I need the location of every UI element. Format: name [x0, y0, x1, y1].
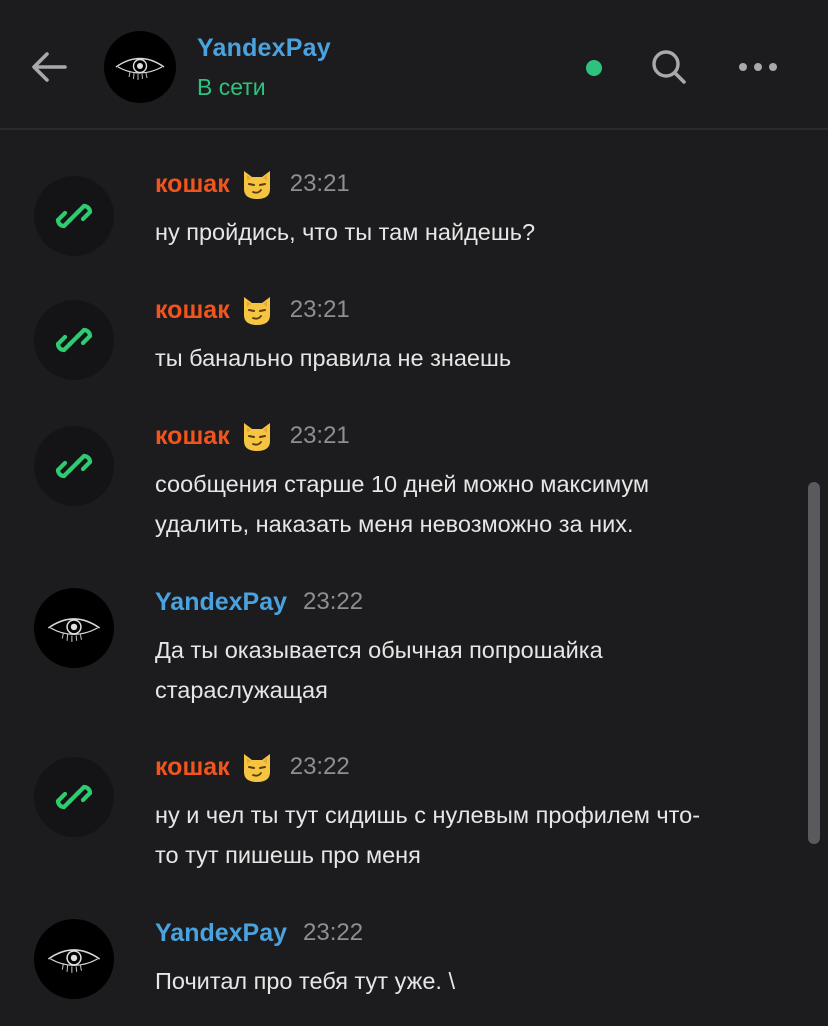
- message-author[interactable]: кошак: [155, 170, 230, 199]
- message-header: кошак 23:22: [155, 749, 350, 785]
- message-text: Почитал про тебя тут уже. \: [155, 961, 795, 1001]
- back-button[interactable]: [28, 46, 70, 88]
- message-header: кошак 23:21: [155, 418, 350, 454]
- message-author[interactable]: кошак: [155, 296, 230, 325]
- message-time: 23:21: [289, 422, 350, 449]
- link-icon: [55, 453, 93, 479]
- message-author[interactable]: кошак: [155, 422, 230, 451]
- more-horizontal-icon: [739, 63, 777, 71]
- more-options-button[interactable]: [734, 46, 782, 88]
- link-icon: [55, 784, 93, 810]
- message-line: Да ты оказывается обычная попрошайка: [155, 637, 603, 663]
- message-header: YandexPay 23:22: [155, 915, 363, 951]
- message-author[interactable]: кошак: [155, 753, 230, 782]
- message-line: то тут пишешь про меня: [155, 842, 421, 868]
- message-time: 23:22: [289, 753, 350, 780]
- chat-title[interactable]: YandexPay: [197, 34, 331, 63]
- message-text: ну и чел ты тут сидишь с нулевым профиле…: [155, 795, 795, 875]
- message-line: Почитал про тебя тут уже. \: [155, 968, 455, 994]
- chat-window: YandexPay В сети кошак 23:21 ну пройдись…: [0, 0, 828, 1026]
- message-line: ты банально правила не знаешь: [155, 345, 512, 371]
- message-line: сообщения старше 10 дней можно максимум: [155, 471, 650, 497]
- avatar[interactable]: [34, 757, 114, 837]
- message-author[interactable]: YandexPay: [155, 919, 287, 948]
- avatar[interactable]: [34, 176, 114, 256]
- smirking-cat-emoji-icon: [243, 423, 270, 451]
- online-status: В сети: [197, 74, 266, 100]
- eye-icon: [47, 618, 101, 642]
- message-text: ты банально правила не знаешь: [155, 338, 795, 378]
- search-icon: [652, 50, 686, 84]
- eye-icon: [47, 949, 101, 973]
- message-header: кошак 23:21: [155, 166, 350, 202]
- smirking-cat-emoji-icon: [243, 754, 270, 782]
- message-time: 23:22: [303, 919, 364, 946]
- message-text: сообщения старше 10 дней можно максимум …: [155, 464, 795, 544]
- message-line: ну пройдись, что ты там найдешь?: [155, 219, 536, 245]
- message-list[interactable]: кошак 23:21 ну пройдись, что ты там найд…: [0, 132, 828, 1026]
- search-button[interactable]: [648, 46, 690, 88]
- avatar[interactable]: [34, 426, 114, 506]
- message-line: удалить, наказать меня невозможно за них…: [155, 511, 634, 537]
- message-header: YandexPay 23:22: [155, 584, 363, 620]
- avatar[interactable]: [104, 31, 176, 103]
- message-line: ну и чел ты тут сидишь с нулевым профиле…: [155, 802, 701, 828]
- message-line: стараслужащая: [155, 677, 328, 703]
- online-indicator: [586, 60, 602, 76]
- message-header: кошак 23:21: [155, 292, 350, 328]
- avatar[interactable]: [34, 919, 114, 999]
- avatar[interactable]: [34, 588, 114, 668]
- message-time: 23:22: [303, 588, 364, 615]
- chat-header: YandexPay В сети: [0, 0, 828, 130]
- link-icon: [55, 327, 93, 353]
- message-text: ну пройдись, что ты там найдешь?: [155, 212, 795, 252]
- message-time: 23:21: [289, 170, 350, 197]
- arrow-left-icon: [32, 52, 67, 82]
- smirking-cat-emoji-icon: [243, 297, 270, 325]
- link-icon: [55, 203, 93, 229]
- eye-icon: [115, 57, 165, 80]
- message-text: Да ты оказывается обычная попрошайка ста…: [155, 630, 795, 710]
- smirking-cat-emoji-icon: [243, 171, 270, 199]
- message-author[interactable]: YandexPay: [155, 588, 287, 617]
- message-time: 23:21: [289, 296, 350, 323]
- scrollbar-thumb[interactable]: [808, 482, 820, 844]
- avatar[interactable]: [34, 300, 114, 380]
